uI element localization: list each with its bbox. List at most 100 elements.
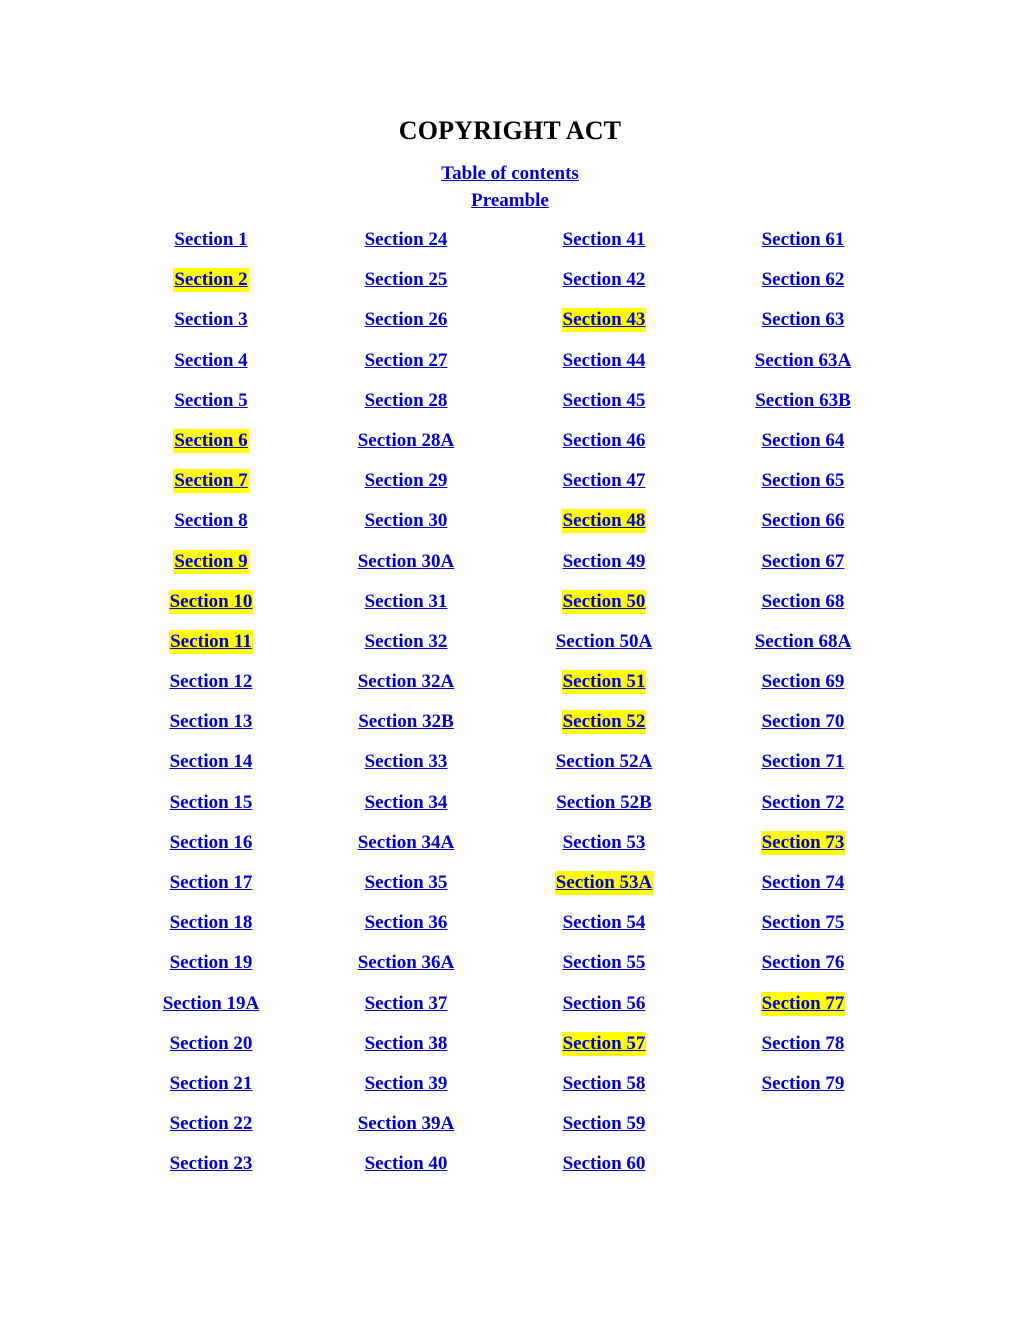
section-link-section-3[interactable]: Section 3 (173, 308, 248, 332)
section-link-section-64[interactable]: Section 64 (761, 429, 846, 453)
section-link-section-63[interactable]: Section 63 (761, 308, 846, 332)
section-link-section-30[interactable]: Section 30 (364, 509, 449, 533)
section-link-section-37[interactable]: Section 37 (364, 992, 449, 1016)
section-link-section-10[interactable]: Section 10 (168, 589, 254, 614)
section-link-section-9[interactable]: Section 9 (173, 549, 249, 574)
section-link-section-32b[interactable]: Section 32B (357, 710, 455, 734)
section-link-section-56[interactable]: Section 56 (562, 992, 647, 1016)
section-link-section-74[interactable]: Section 74 (761, 871, 846, 895)
section-link-section-25[interactable]: Section 25 (364, 268, 449, 292)
section-link-section-68[interactable]: Section 68 (761, 590, 846, 614)
section-link-section-78[interactable]: Section 78 (761, 1032, 846, 1056)
section-link-section-63a[interactable]: Section 63A (754, 349, 853, 373)
section-link-section-49[interactable]: Section 49 (562, 550, 647, 574)
section-link-section-16[interactable]: Section 16 (169, 831, 254, 855)
section-link-section-45[interactable]: Section 45 (562, 389, 647, 413)
section-link-section-35[interactable]: Section 35 (364, 871, 449, 895)
section-link-section-39[interactable]: Section 39 (364, 1072, 449, 1096)
toc-row: Section 68A (703, 622, 903, 662)
section-link-section-79[interactable]: Section 79 (761, 1072, 846, 1096)
section-link-section-55[interactable]: Section 55 (562, 951, 647, 975)
section-link-section-53a[interactable]: Section 53A (554, 871, 654, 895)
section-link-section-46[interactable]: Section 46 (562, 429, 647, 453)
section-link-section-34[interactable]: Section 34 (364, 791, 449, 815)
section-link-section-23[interactable]: Section 23 (169, 1152, 254, 1176)
toc-row: Section 13 (115, 702, 307, 742)
section-link-section-52[interactable]: Section 52 (561, 710, 647, 735)
section-link-section-67[interactable]: Section 67 (761, 550, 846, 574)
section-link-section-54[interactable]: Section 54 (562, 911, 647, 935)
section-link-section-47[interactable]: Section 47 (562, 469, 647, 493)
section-link-section-58[interactable]: Section 58 (562, 1072, 647, 1096)
section-link-section-7[interactable]: Section 7 (173, 469, 249, 494)
section-link-section-50a[interactable]: Section 50A (555, 630, 654, 654)
section-link-section-33[interactable]: Section 33 (364, 750, 449, 774)
section-link-section-21[interactable]: Section 21 (169, 1072, 254, 1096)
section-link-section-13[interactable]: Section 13 (169, 710, 254, 734)
section-link-section-39a[interactable]: Section 39A (357, 1112, 456, 1136)
section-link-section-36a[interactable]: Section 36A (357, 951, 456, 975)
section-link-section-59[interactable]: Section 59 (562, 1112, 647, 1136)
section-link-section-66[interactable]: Section 66 (761, 509, 846, 533)
section-link-section-30a[interactable]: Section 30A (357, 550, 456, 574)
section-link-section-31[interactable]: Section 31 (364, 590, 449, 614)
section-link-section-52b[interactable]: Section 52B (555, 791, 653, 815)
section-link-section-14[interactable]: Section 14 (169, 750, 254, 774)
section-link-section-17[interactable]: Section 17 (169, 871, 254, 895)
section-link-section-77[interactable]: Section 77 (760, 991, 846, 1016)
section-link-section-5[interactable]: Section 5 (173, 389, 248, 413)
section-link-section-12[interactable]: Section 12 (169, 670, 254, 694)
section-link-section-36[interactable]: Section 36 (364, 911, 449, 935)
section-link-section-52a[interactable]: Section 52A (555, 750, 654, 774)
section-link-section-29[interactable]: Section 29 (364, 469, 449, 493)
section-link-section-68a[interactable]: Section 68A (754, 630, 853, 654)
section-link-section-62[interactable]: Section 62 (761, 268, 846, 292)
section-link-section-75[interactable]: Section 75 (761, 911, 846, 935)
section-link-section-48[interactable]: Section 48 (561, 509, 647, 534)
section-link-section-70[interactable]: Section 70 (761, 710, 846, 734)
section-link-section-20[interactable]: Section 20 (169, 1032, 254, 1056)
section-link-section-41[interactable]: Section 41 (562, 228, 647, 252)
section-link-section-4[interactable]: Section 4 (173, 349, 248, 373)
section-link-section-2[interactable]: Section 2 (173, 268, 249, 293)
section-link-section-32a[interactable]: Section 32A (357, 670, 456, 694)
section-link-section-19a[interactable]: Section 19A (162, 992, 261, 1016)
section-link-section-8[interactable]: Section 8 (173, 509, 248, 533)
section-link-section-18[interactable]: Section 18 (169, 911, 254, 935)
toc-row: Section 7 (115, 461, 307, 501)
section-link-section-73[interactable]: Section 73 (760, 830, 846, 855)
section-link-section-63b[interactable]: Section 63B (754, 389, 852, 413)
section-link-section-43[interactable]: Section 43 (561, 308, 647, 333)
section-link-section-15[interactable]: Section 15 (169, 791, 254, 815)
section-link-section-6[interactable]: Section 6 (173, 428, 249, 453)
section-link-section-61[interactable]: Section 61 (761, 228, 846, 252)
section-link-section-50[interactable]: Section 50 (561, 589, 647, 614)
section-link-section-72[interactable]: Section 72 (761, 791, 846, 815)
section-link-section-11[interactable]: Section 11 (169, 629, 253, 654)
toc-column-3: Section 41 Section 42 Section 43 Section 44… (505, 220, 703, 1185)
section-link-section-34a[interactable]: Section 34A (357, 831, 456, 855)
section-link-section-27[interactable]: Section 27 (364, 349, 449, 373)
section-link-section-57[interactable]: Section 57 (561, 1031, 647, 1056)
section-link-section-44[interactable]: Section 44 (562, 349, 647, 373)
section-link-section-76[interactable]: Section 76 (761, 951, 846, 975)
section-link-section-53[interactable]: Section 53 (562, 831, 647, 855)
section-link-section-1[interactable]: Section 1 (173, 228, 248, 252)
section-link-section-42[interactable]: Section 42 (562, 268, 647, 292)
section-link-section-22[interactable]: Section 22 (169, 1112, 254, 1136)
section-link-section-65[interactable]: Section 65 (761, 469, 846, 493)
table-of-contents-link[interactable]: Table of contents (0, 160, 1020, 187)
section-link-section-71[interactable]: Section 71 (761, 750, 846, 774)
section-link-section-60[interactable]: Section 60 (562, 1152, 647, 1176)
section-link-section-69[interactable]: Section 69 (761, 670, 846, 694)
section-link-section-38[interactable]: Section 38 (364, 1032, 449, 1056)
section-link-section-24[interactable]: Section 24 (364, 228, 449, 252)
section-link-section-51[interactable]: Section 51 (561, 670, 647, 695)
section-link-section-28[interactable]: Section 28 (364, 389, 449, 413)
preamble-link[interactable]: Preamble (0, 187, 1020, 214)
section-link-section-28a[interactable]: Section 28A (357, 429, 456, 453)
section-link-section-19[interactable]: Section 19 (169, 951, 254, 975)
section-link-section-32[interactable]: Section 32 (364, 630, 449, 654)
section-link-section-40[interactable]: Section 40 (364, 1152, 449, 1176)
section-link-section-26[interactable]: Section 26 (364, 308, 449, 332)
